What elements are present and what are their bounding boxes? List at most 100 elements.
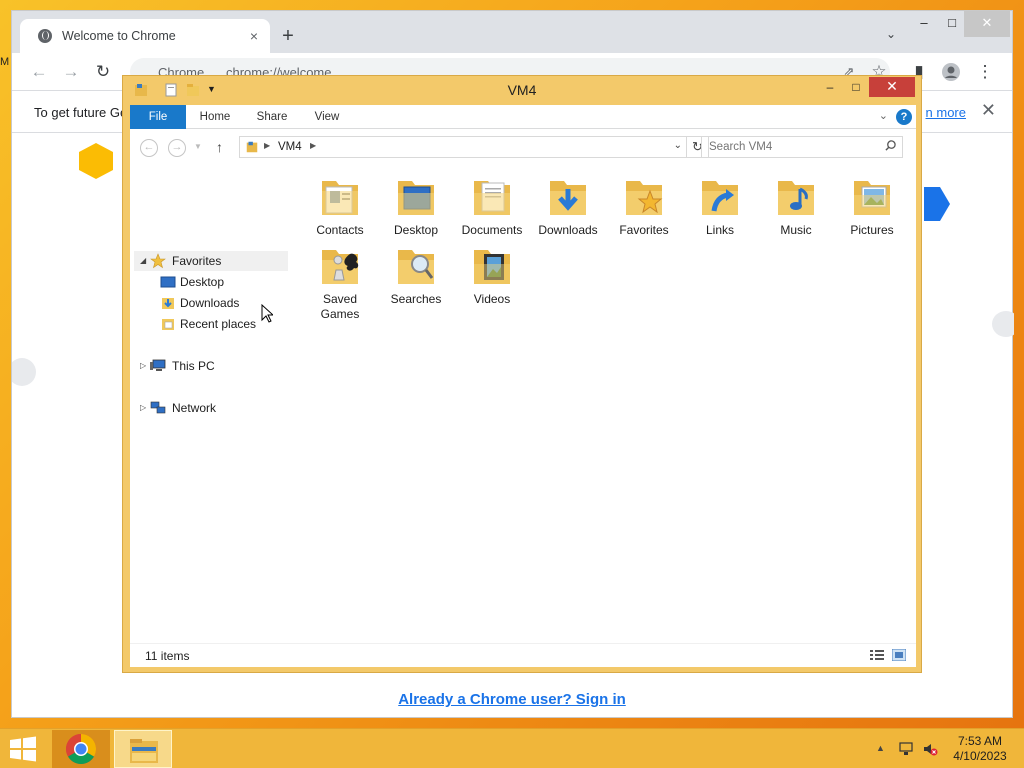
explorer-maximize-button[interactable]: □ xyxy=(843,78,869,98)
chrome-logo-icon xyxy=(65,734,97,765)
file-explorer-icon xyxy=(130,739,158,763)
favorites-folder-icon xyxy=(620,171,668,219)
clock-time: 7:53 AM xyxy=(957,734,1003,748)
show-hidden-icons-icon[interactable]: ▲ xyxy=(876,743,885,753)
breadcrumb-vm4[interactable]: VM4 xyxy=(278,141,302,153)
explorer-address-bar[interactable]: ▶ VM4 ▶ ⌄ xyxy=(239,136,687,158)
taskbar-chrome-button[interactable] xyxy=(52,730,110,768)
search-box[interactable] xyxy=(701,136,903,158)
folder-tile-saved-games[interactable]: Saved Games xyxy=(302,240,378,322)
folder-content-pane: Contacts Desktop Documents Downloads Fav… xyxy=(300,165,916,643)
folder-tile-documents[interactable]: Documents xyxy=(454,171,530,238)
volume-muted-icon[interactable] xyxy=(922,741,938,757)
decorative-hexagon xyxy=(76,141,116,184)
explorer-body: ◢ Favorites Desktop Downloads Recent pla… xyxy=(130,165,916,643)
chrome-tab-welcome[interactable]: Welcome to Chrome × xyxy=(20,19,270,53)
folder-tile-music[interactable]: Music xyxy=(758,171,834,238)
explorer-back-icon[interactable]: ← xyxy=(140,139,158,157)
desktop-icon xyxy=(160,275,176,289)
tab-close-icon[interactable]: × xyxy=(244,26,264,46)
ribbon-expand-chevron-icon[interactable]: ⌄ xyxy=(879,109,888,122)
network-icon xyxy=(150,401,166,415)
infobar-close-icon[interactable]: ✕ xyxy=(981,100,996,121)
folder-tile-favorites[interactable]: Favorites xyxy=(606,171,682,238)
folder-tile-contacts[interactable]: Contacts xyxy=(302,171,378,238)
folder-tile-videos[interactable]: Videos xyxy=(454,240,530,307)
decorative-gray-shape-right xyxy=(986,309,1020,342)
collapse-arrow-icon[interactable]: ◢ xyxy=(140,251,146,271)
search-input[interactable] xyxy=(702,137,882,157)
folder-label: Links xyxy=(705,223,734,237)
nav-network-label: Network xyxy=(172,401,217,415)
folder-label: Music xyxy=(780,223,812,237)
explorer-titlebar[interactable]: ▼ VM4 – □ ✕ xyxy=(123,76,921,104)
recent-locations-dropdown-icon[interactable]: ▼ xyxy=(194,142,202,151)
chrome-close-button[interactable]: ✕ xyxy=(964,11,1010,37)
profile-avatar-icon[interactable] xyxy=(940,62,962,84)
folder-tile-searches[interactable]: Searches xyxy=(378,240,454,307)
folder-label: Searches xyxy=(390,292,442,306)
item-count: 11 items xyxy=(145,649,190,663)
folder-label: Favorites xyxy=(619,223,669,237)
explorer-forward-icon[interactable]: → xyxy=(168,139,186,157)
new-tab-button[interactable]: + xyxy=(276,25,300,49)
chrome-menu-icon[interactable]: ⋮ xyxy=(974,62,996,84)
ribbon-tab-view[interactable]: View xyxy=(306,105,348,129)
desktop-edge-label: M xyxy=(0,56,10,68)
system-clock[interactable]: 7:53 AM 4/10/2023 xyxy=(948,734,1012,764)
saved-games-folder-icon xyxy=(316,240,364,288)
music-folder-icon xyxy=(772,171,820,219)
large-icons-view-icon[interactable] xyxy=(892,649,906,661)
pictures-folder-icon xyxy=(848,171,896,219)
address-history-chevron-icon[interactable]: ⌄ xyxy=(674,140,682,151)
breadcrumb-child-arrow-icon[interactable]: ▶ xyxy=(310,141,316,150)
taskbar-file-explorer-button[interactable] xyxy=(114,730,172,768)
folder-label: Contacts xyxy=(316,223,364,237)
folder-label: Pictures xyxy=(850,223,894,237)
nav-item-this-pc[interactable]: ▷ This PC xyxy=(134,356,288,376)
nav-item-desktop[interactable]: Desktop xyxy=(154,272,284,292)
ribbon-tab-share[interactable]: Share xyxy=(250,105,294,129)
breadcrumb-separator-icon[interactable]: ▶ xyxy=(264,141,270,150)
videos-folder-icon xyxy=(468,240,516,288)
windows-start-icon[interactable] xyxy=(8,735,38,763)
folder-tile-desktop[interactable]: Desktop xyxy=(378,171,454,238)
back-arrow-icon[interactable]: ← xyxy=(28,62,50,84)
explorer-minimize-button[interactable]: – xyxy=(817,78,843,98)
tab-search-button[interactable]: ⌄ xyxy=(886,27,896,41)
clock-date: 4/10/2023 xyxy=(953,749,1007,763)
desktop-folder-icon xyxy=(392,171,440,219)
folder-tile-downloads[interactable]: Downloads xyxy=(530,171,606,238)
ribbon-tab-home[interactable]: Home xyxy=(192,105,238,129)
explorer-title: VM4 xyxy=(507,82,537,98)
navigation-pane: ◢ Favorites Desktop Downloads Recent pla… xyxy=(130,165,290,643)
reload-icon[interactable]: ↻ xyxy=(92,62,114,84)
contacts-folder-icon xyxy=(316,171,364,219)
folder-label: Videos xyxy=(473,292,511,306)
nav-favorites-label: Favorites xyxy=(172,254,222,268)
downloads-folder-icon xyxy=(544,171,592,219)
forward-arrow-icon[interactable]: → xyxy=(60,62,82,84)
folder-label: Desktop xyxy=(393,223,439,237)
network-tray-icon[interactable] xyxy=(898,741,914,757)
infobar-message: To get future Ge xyxy=(34,105,128,120)
nav-downloads-label: Downloads xyxy=(180,296,240,310)
help-icon[interactable]: ? xyxy=(896,109,912,125)
folder-label: Documents xyxy=(461,223,523,237)
infobar-learn-more-link[interactable]: n more xyxy=(926,105,966,120)
folder-tile-pictures[interactable]: Pictures xyxy=(834,171,910,238)
ribbon-tab-file[interactable]: File xyxy=(130,105,186,129)
nav-item-favorites[interactable]: ◢ Favorites xyxy=(134,251,288,271)
expand-arrow-icon[interactable]: ▷ xyxy=(140,398,146,418)
folder-tile-links[interactable]: Links xyxy=(682,171,758,238)
nav-item-network[interactable]: ▷ Network xyxy=(134,398,288,418)
chrome-tab-strip: Welcome to Chrome × + ⌄ – □ ✕ xyxy=(12,11,1012,53)
sign-in-link[interactable]: Already a Chrome user? Sign in xyxy=(12,691,1012,708)
details-view-icon[interactable] xyxy=(870,649,884,661)
chrome-tab-title: Welcome to Chrome xyxy=(62,29,176,43)
explorer-close-button[interactable]: ✕ xyxy=(869,77,915,97)
status-bar: 11 items xyxy=(130,643,916,667)
up-arrow-icon[interactable]: ↑ xyxy=(216,139,223,155)
expand-arrow-icon[interactable]: ▷ xyxy=(140,356,146,376)
nav-desktop-label: Desktop xyxy=(180,275,225,289)
